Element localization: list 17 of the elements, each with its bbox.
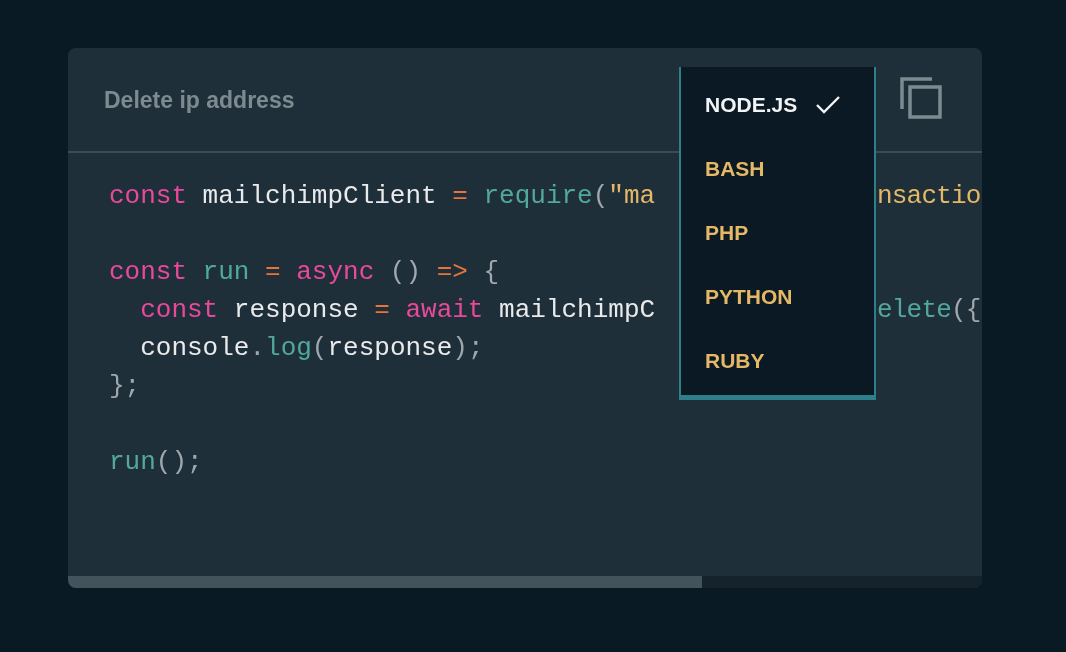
language-option[interactable]: NODE.JS bbox=[681, 73, 874, 137]
code-text: }; bbox=[109, 371, 141, 401]
code-text: nsactio bbox=[877, 180, 981, 213]
language-option[interactable]: RUBY bbox=[681, 329, 874, 393]
horizontal-scrollbar[interactable] bbox=[68, 576, 982, 588]
code-text: elete({ bbox=[877, 294, 981, 327]
language-option[interactable]: PHP bbox=[681, 201, 874, 265]
check-icon bbox=[815, 95, 842, 115]
code-text: const response = await mailchimpC bbox=[139, 295, 656, 325]
language-option[interactable]: BASH bbox=[681, 137, 874, 201]
code-text: const run = async () => { bbox=[109, 257, 500, 287]
copy-icon[interactable] bbox=[900, 76, 942, 119]
language-option[interactable]: PYTHON bbox=[681, 265, 874, 329]
code-text: const mailchimpClient = require("ma bbox=[109, 181, 656, 211]
snippet-title: Delete ip address bbox=[104, 87, 295, 114]
code-text: run(); bbox=[109, 447, 203, 477]
code-text: console.log(response); bbox=[139, 333, 484, 363]
